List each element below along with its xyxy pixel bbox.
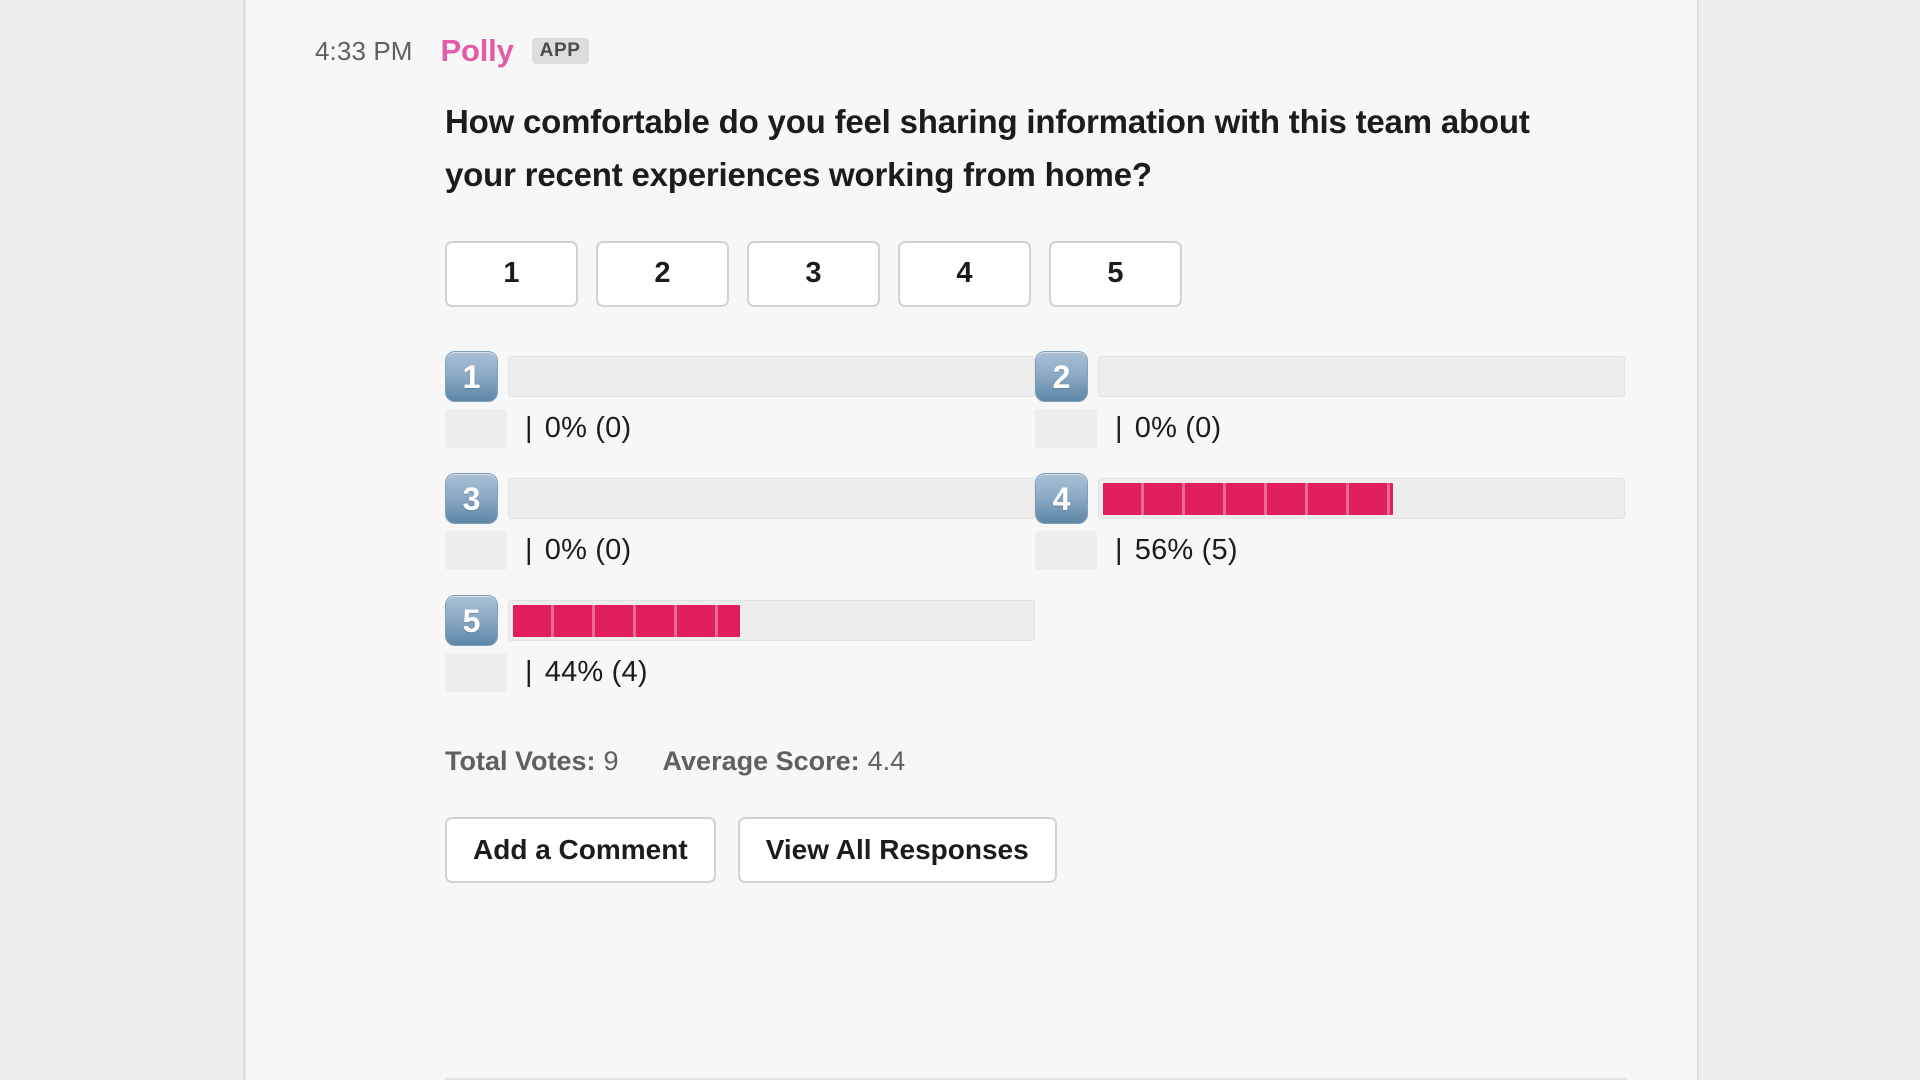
result-percent-text-2: 0% (0) — [1134, 412, 1222, 445]
average-score-label: Average Score: — [662, 745, 860, 776]
divider-pipe: | — [525, 656, 533, 689]
result-track-1 — [508, 356, 1035, 398]
result-bar-line: 1 — [445, 351, 1035, 403]
result-stat-line: | 56% (5) — [1035, 528, 1625, 574]
option-button-1[interactable]: 1 — [445, 240, 578, 307]
view-all-responses-button[interactable]: View All Responses — [737, 816, 1057, 883]
keycap-badge-2: 2 — [1035, 351, 1088, 403]
result-item-4: 4 | 56% (5) — [1035, 473, 1625, 596]
poll-totals: Total Votes: 9 Average Score: 4.4 — [445, 746, 1625, 777]
divider-pipe: | — [525, 534, 533, 567]
result-track-4 — [1098, 478, 1625, 520]
keycap-badge-3: 3 — [445, 473, 498, 525]
result-stub-3 — [445, 531, 507, 571]
result-percent-3: | 0% (0) — [525, 534, 631, 567]
result-track-5 — [508, 600, 1035, 642]
result-spacer — [1035, 596, 1625, 718]
result-stat-line: | 44% (4) — [445, 650, 1035, 696]
poll-actions: Add a Comment View All Responses — [445, 816, 1625, 883]
divider-pipe: | — [1115, 412, 1123, 445]
total-votes-label: Total Votes: — [445, 745, 596, 776]
keycap-badge-1: 1 — [445, 351, 498, 403]
result-track-3 — [508, 478, 1035, 520]
result-track-2 — [1098, 356, 1625, 398]
result-percent-4: | 56% (5) — [1115, 534, 1238, 567]
result-bar-line: 3 — [445, 473, 1035, 525]
option-button-2[interactable]: 2 — [596, 240, 729, 307]
total-votes-value: 9 — [603, 745, 619, 776]
result-percent-5: | 44% (4) — [525, 656, 648, 689]
message-timestamp: 4:33 PM — [315, 35, 413, 66]
result-percent-1: | 0% (0) — [525, 412, 631, 445]
result-percent-text-1: 0% (0) — [544, 412, 632, 445]
average-score-value: 4.4 — [867, 745, 906, 776]
result-stub-4 — [1035, 531, 1097, 571]
result-item-1: 1 | 0% (0) — [445, 351, 1035, 474]
result-percent-text-5: 44% (4) — [544, 656, 648, 689]
option-button-3[interactable]: 3 — [747, 240, 880, 307]
poll-block: How comfortable do you feel sharing info… — [445, 96, 1625, 883]
divider-pipe: | — [1115, 534, 1123, 567]
message-pane: 4:33 PM Polly APP How comfortable do you… — [247, 0, 1697, 1080]
option-button-4[interactable]: 4 — [898, 240, 1031, 307]
keycap-badge-4: 4 — [1035, 473, 1088, 525]
result-item-3: 3 | 0% (0) — [445, 473, 1035, 596]
result-stat-line: | 0% (0) — [445, 528, 1035, 574]
result-stub-5 — [445, 653, 507, 693]
left-rail — [0, 0, 245, 1080]
result-fill-5 — [513, 604, 741, 637]
result-percent-text-3: 0% (0) — [544, 534, 632, 567]
add-comment-button[interactable]: Add a Comment — [445, 816, 716, 883]
result-fill-4 — [1103, 482, 1393, 515]
result-bar-line: 4 — [1035, 473, 1625, 525]
divider-pipe: | — [525, 412, 533, 445]
message-header: 4:33 PM Polly APP — [247, 30, 589, 72]
right-rail — [1697, 0, 1920, 1080]
result-stub-2 — [1035, 409, 1097, 449]
screen: 4:33 PM Polly APP How comfortable do you… — [0, 0, 1920, 1080]
result-percent-text-4: 56% (5) — [1134, 534, 1238, 567]
result-item-5: 5 | 44% (4) — [445, 595, 1035, 718]
result-stat-line: | 0% (0) — [445, 406, 1035, 452]
result-bar-line: 2 — [1035, 351, 1625, 403]
message-author[interactable]: Polly — [441, 33, 514, 69]
results-row: 3 | 0% (0) 4 | 56% (5) — [445, 473, 1625, 596]
result-stat-line: | 0% (0) — [1035, 406, 1625, 452]
results-row: 5 | 44% (4) — [445, 595, 1625, 718]
poll-question: How comfortable do you feel sharing info… — [445, 103, 1530, 193]
result-percent-2: | 0% (0) — [1115, 412, 1221, 445]
keycap-badge-5: 5 — [445, 595, 498, 647]
poll-options: 1 2 3 4 5 — [445, 240, 1625, 307]
option-button-5[interactable]: 5 — [1049, 240, 1182, 307]
result-bar-line: 5 — [445, 595, 1035, 647]
results-row: 1 | 0% (0) 2 | 0% (0) — [445, 351, 1625, 474]
poll-results: 1 | 0% (0) 2 | 0% (0) 3 | 0% (0) 4 | 56%… — [445, 351, 1625, 718]
result-item-2: 2 | 0% (0) — [1035, 351, 1625, 474]
app-badge: APP — [531, 38, 589, 64]
result-stub-1 — [445, 409, 507, 449]
